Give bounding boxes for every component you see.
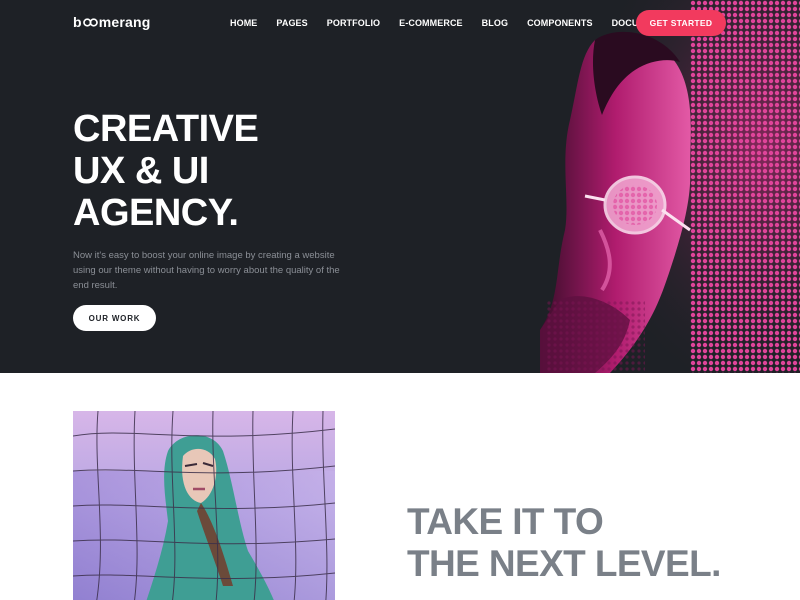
logo-text-end: merang bbox=[98, 14, 151, 30]
nav-item-portfolio[interactable]: PORTFOLIO bbox=[327, 17, 380, 29]
hero-portrait-image bbox=[540, 0, 800, 373]
hero-title-line: CREATIVE bbox=[73, 108, 259, 150]
hero-title: CREATIVE UX & UI AGENCY. bbox=[73, 108, 259, 234]
hero-title-line: UX & UI bbox=[73, 150, 209, 192]
heading-line: THE NEXT LEVEL. bbox=[407, 543, 721, 584]
logo-double-o-icon bbox=[82, 17, 98, 27]
nav-item-pages[interactable]: PAGES bbox=[276, 17, 307, 29]
hero-description: Now it's easy to boost your online image… bbox=[73, 250, 340, 291]
nav-item-home[interactable]: HOME bbox=[230, 17, 257, 29]
nav-item-blog[interactable]: BLOG bbox=[482, 17, 508, 29]
top-navbar: b merang HOME PAGES PORTFOLIO E-COMMERCE… bbox=[0, 0, 800, 46]
get-started-button[interactable]: GET STARTED bbox=[636, 10, 726, 36]
logo-text-start: b bbox=[73, 14, 82, 30]
brand-logo[interactable]: b merang bbox=[73, 14, 151, 30]
hero-section: b merang HOME PAGES PORTFOLIO E-COMMERCE… bbox=[0, 0, 800, 373]
hero-title-line: AGENCY. bbox=[73, 192, 239, 234]
our-work-button[interactable]: OUR WORK bbox=[73, 305, 156, 331]
nav-item-ecommerce[interactable]: E-COMMERCE bbox=[399, 17, 463, 29]
next-level-heading: TAKE IT TO THE NEXT LEVEL. bbox=[407, 501, 721, 585]
woman-in-net-photo bbox=[73, 411, 335, 600]
nav-item-components[interactable]: COMPONENTS bbox=[527, 17, 593, 29]
heading-line: TAKE IT TO bbox=[407, 501, 604, 542]
next-level-section: TAKE IT TO THE NEXT LEVEL. bbox=[0, 373, 800, 600]
